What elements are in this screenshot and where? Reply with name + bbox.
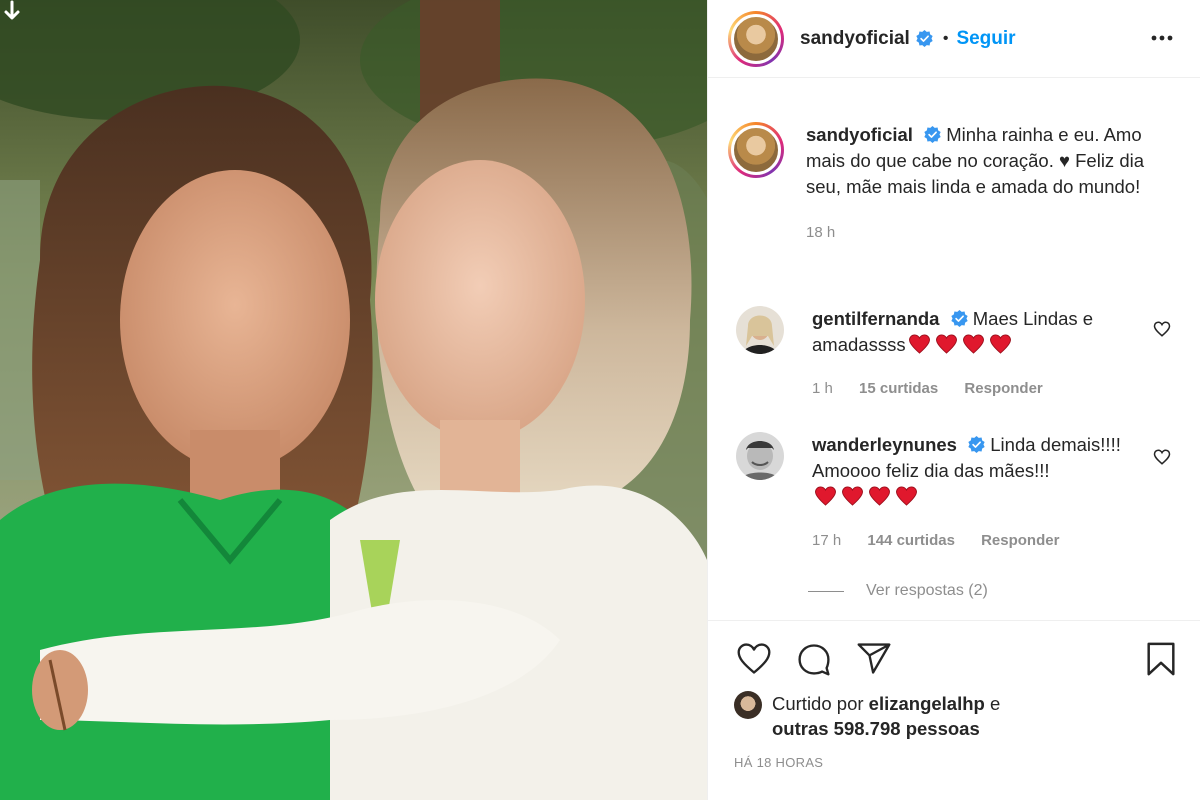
caption-author-avatar[interactable]: [728, 122, 784, 178]
post-photo[interactable]: [0, 0, 707, 800]
replies-divider: [808, 590, 844, 592]
comment-meta: 1 h 15 curtidas Responder: [812, 376, 1142, 402]
comment-likes-count[interactable]: 15 curtidas: [859, 380, 938, 397]
comment-time[interactable]: 17 h: [812, 532, 841, 549]
author-username[interactable]: sandyoficial: [800, 28, 910, 50]
comment-body: wanderleynunes Linda demais!!!! Amoooo f…: [812, 432, 1142, 554]
caption-time[interactable]: 18 h: [806, 224, 835, 241]
comment-likes-count[interactable]: 144 curtidas: [867, 532, 955, 549]
download-arrow-icon[interactable]: [0, 0, 24, 24]
reply-button[interactable]: Responder: [964, 380, 1042, 397]
post-photo-illustration: [0, 0, 707, 800]
verified-badge-icon: [916, 30, 933, 47]
caption-text-block: sandyoficial Minha rainha e eu. Amo mais…: [806, 122, 1166, 246]
liker-avatar[interactable]: [734, 691, 762, 719]
header-separator: •: [942, 29, 949, 47]
verified-badge-icon: [924, 126, 941, 143]
red-heart-icon: [989, 334, 1011, 354]
commenter-avatar[interactable]: [736, 432, 784, 480]
comment-item: wanderleynunes Linda demais!!!! Amoooo f…: [736, 432, 1181, 554]
commenter-username[interactable]: gentilfernanda: [812, 308, 939, 329]
heart-emojis: [814, 486, 918, 506]
post-actions: Curtido por elizangelalhp e outras 598.7…: [708, 620, 1200, 800]
bookmark-icon[interactable]: [1144, 641, 1178, 677]
red-heart-icon: [815, 486, 836, 506]
commenter-avatar[interactable]: [736, 306, 784, 354]
red-heart-icon: [869, 486, 890, 506]
red-heart-icon: [842, 486, 863, 506]
comment-time[interactable]: 1 h: [812, 380, 833, 397]
red-heart-icon: [962, 334, 984, 354]
like-comment-heart-icon[interactable]: [1153, 320, 1171, 338]
view-replies-button[interactable]: Ver respostas (2): [808, 582, 988, 600]
red-heart-icon: [908, 334, 930, 354]
likes-summary: Curtido por elizangelalhp e outras 598.7…: [734, 691, 1000, 741]
comment-bubble-icon[interactable]: [796, 641, 832, 677]
red-heart-icon: [896, 486, 917, 506]
heart-outline-icon[interactable]: [736, 641, 772, 677]
post-sidebar: sandyoficial • Seguir sandyoficial Minha…: [707, 0, 1200, 800]
author-avatar[interactable]: [728, 10, 784, 67]
comment-body: gentilfernanda Maes Lindas e amadassss 1…: [812, 306, 1142, 402]
post-header: sandyoficial • Seguir: [708, 0, 1200, 78]
paper-plane-icon[interactable]: [856, 641, 892, 677]
heart-emojis: [908, 334, 1012, 354]
comment-meta: 17 h 144 curtidas Responder: [812, 528, 1142, 554]
view-replies-label: Ver respostas (2): [866, 582, 988, 599]
likes-middle: e: [984, 693, 1001, 714]
likes-prefix: Curtido por: [772, 693, 869, 714]
liker-username[interactable]: elizangelalhp: [869, 693, 985, 714]
like-comment-heart-icon[interactable]: [1153, 448, 1171, 466]
likes-others-count[interactable]: outras 598.798 pessoas: [772, 718, 980, 739]
post-timestamp[interactable]: HÁ 18 HORAS: [734, 755, 823, 770]
caption-section: sandyoficial Minha rainha e eu. Amo mais…: [708, 78, 1200, 246]
caption-author-username[interactable]: sandyoficial: [806, 124, 913, 145]
comment-item: gentilfernanda Maes Lindas e amadassss 1…: [736, 306, 1181, 402]
verified-badge-icon: [968, 436, 985, 453]
follow-button[interactable]: Seguir: [956, 28, 1015, 50]
reply-button[interactable]: Responder: [981, 532, 1059, 549]
ellipsis-icon[interactable]: [1150, 30, 1174, 46]
red-heart-icon: [935, 334, 957, 354]
commenter-username[interactable]: wanderleynunes: [812, 434, 957, 455]
verified-badge-icon: [950, 310, 968, 327]
